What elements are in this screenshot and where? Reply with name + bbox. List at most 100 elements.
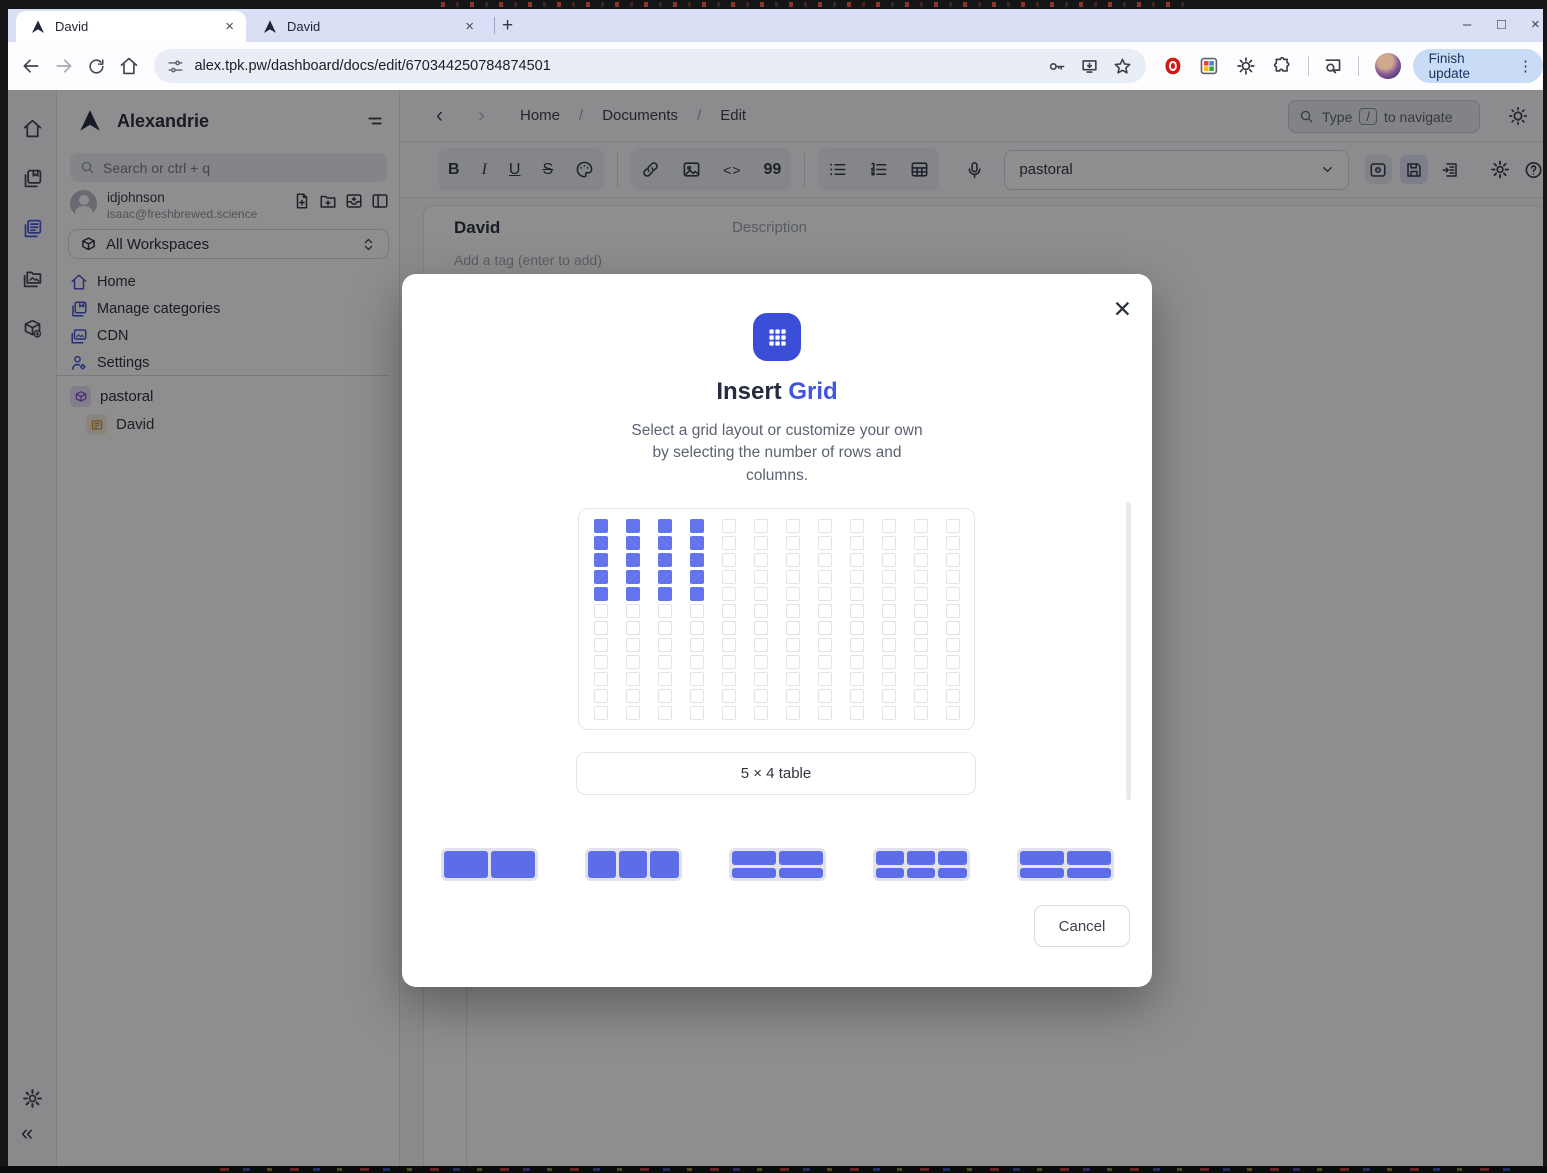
tab-close-icon[interactable]: ×	[225, 18, 234, 35]
finish-update-button[interactable]: Finish update ⋮	[1413, 49, 1543, 83]
grid-cell[interactable]	[850, 570, 864, 584]
grid-cell[interactable]	[626, 638, 640, 652]
grid-cell[interactable]	[658, 638, 672, 652]
grid-cell[interactable]	[786, 604, 800, 618]
grid-cell[interactable]	[690, 706, 704, 720]
grid-cell[interactable]	[690, 621, 704, 635]
grid-cell[interactable]	[946, 706, 960, 720]
extensions-puzzle-icon[interactable]	[1273, 56, 1293, 76]
grid-cell[interactable]	[690, 553, 704, 567]
grid-cell[interactable]	[722, 570, 736, 584]
grid-cell[interactable]	[754, 519, 768, 533]
grid-cell[interactable]	[626, 536, 640, 550]
grid-cell[interactable]	[722, 536, 736, 550]
grid-cell[interactable]	[690, 655, 704, 669]
grid-cell[interactable]	[754, 706, 768, 720]
bookmark-star-icon[interactable]	[1113, 57, 1132, 76]
grid-cell[interactable]	[914, 587, 928, 601]
grid-cell[interactable]	[754, 604, 768, 618]
grid-cell[interactable]	[850, 587, 864, 601]
grid-cell[interactable]	[818, 553, 832, 567]
grid-cell[interactable]	[626, 519, 640, 533]
grid-cell[interactable]	[850, 672, 864, 686]
grid-cell[interactable]	[594, 706, 608, 720]
grid-cell[interactable]	[722, 587, 736, 601]
grid-cell[interactable]	[786, 621, 800, 635]
grid-cell[interactable]	[754, 638, 768, 652]
grid-cell[interactable]	[626, 689, 640, 703]
grid-cell[interactable]	[850, 689, 864, 703]
grid-cell[interactable]	[786, 587, 800, 601]
browser-menu-kebab-icon[interactable]: ⋮	[1518, 57, 1533, 75]
new-tab-button[interactable]: +	[502, 15, 513, 37]
grid-cell[interactable]	[850, 519, 864, 533]
home-icon[interactable]	[119, 56, 139, 76]
grid-cell[interactable]	[818, 587, 832, 601]
grid-cell[interactable]	[658, 587, 672, 601]
grid-cell[interactable]	[850, 536, 864, 550]
grid-cell[interactable]	[722, 655, 736, 669]
grid-cell[interactable]	[850, 604, 864, 618]
grid-cell[interactable]	[914, 519, 928, 533]
grid-cell[interactable]	[914, 638, 928, 652]
grid-preset-2x2[interactable]	[729, 848, 826, 881]
grid-cell[interactable]	[626, 655, 640, 669]
grid-cell[interactable]	[722, 604, 736, 618]
grid-cell[interactable]	[594, 604, 608, 618]
grid-cell[interactable]	[946, 604, 960, 618]
grid-cell[interactable]	[914, 689, 928, 703]
grid-cell[interactable]	[786, 570, 800, 584]
browser-tab-inactive[interactable]: David ×	[248, 11, 486, 42]
grid-cell[interactable]	[786, 672, 800, 686]
grid-cell[interactable]	[818, 706, 832, 720]
modal-close-icon[interactable]: ✕	[1113, 296, 1132, 323]
forward-icon[interactable]	[54, 56, 74, 76]
grid-cell[interactable]	[914, 655, 928, 669]
grid-cell[interactable]	[594, 553, 608, 567]
grid-cell[interactable]	[786, 536, 800, 550]
grid-cell[interactable]	[658, 689, 672, 703]
grid-cell[interactable]	[754, 655, 768, 669]
grid-cell[interactable]	[882, 655, 896, 669]
adblock-extension-icon[interactable]	[1163, 56, 1183, 76]
grid-cell[interactable]	[690, 672, 704, 686]
grid-cell[interactable]	[786, 553, 800, 567]
grid-cell[interactable]	[626, 570, 640, 584]
grid-cell[interactable]	[786, 689, 800, 703]
grid-cell[interactable]	[722, 553, 736, 567]
grid-cell[interactable]	[946, 553, 960, 567]
grid-cell[interactable]	[818, 655, 832, 669]
grid-cell[interactable]	[786, 706, 800, 720]
grid-cell[interactable]	[882, 570, 896, 584]
grid-preset-1x3[interactable]	[585, 848, 682, 881]
grid-cell[interactable]	[914, 553, 928, 567]
grid-cell[interactable]	[882, 672, 896, 686]
grid-cell[interactable]	[882, 638, 896, 652]
grid-cell[interactable]	[754, 587, 768, 601]
grid-cell[interactable]	[850, 553, 864, 567]
grid-cell[interactable]	[946, 655, 960, 669]
grid-cell[interactable]	[626, 553, 640, 567]
grid-size-picker[interactable]	[594, 519, 974, 720]
grid-cell[interactable]	[594, 621, 608, 635]
grid-cell[interactable]	[914, 706, 928, 720]
grid-cell[interactable]	[786, 638, 800, 652]
grid-cell[interactable]	[882, 536, 896, 550]
grid-cell[interactable]	[658, 672, 672, 686]
grid-cell[interactable]	[690, 519, 704, 533]
grid-cell[interactable]	[754, 672, 768, 686]
grid-cell[interactable]	[722, 689, 736, 703]
grid-cell[interactable]	[850, 621, 864, 635]
grid-cell[interactable]	[658, 519, 672, 533]
grid-cell[interactable]	[818, 638, 832, 652]
grid-cell[interactable]	[786, 519, 800, 533]
grid-cell[interactable]	[946, 621, 960, 635]
grid-cell[interactable]	[658, 706, 672, 720]
grid-cell[interactable]	[690, 587, 704, 601]
grid-cell[interactable]	[658, 655, 672, 669]
tab-close-icon[interactable]: ×	[465, 18, 474, 35]
url-bar[interactable]: alex.tpk.pw/dashboard/docs/edit/67034425…	[154, 49, 1145, 83]
grid-cell[interactable]	[690, 604, 704, 618]
grid-cell[interactable]	[850, 655, 864, 669]
grid-cell[interactable]	[754, 570, 768, 584]
